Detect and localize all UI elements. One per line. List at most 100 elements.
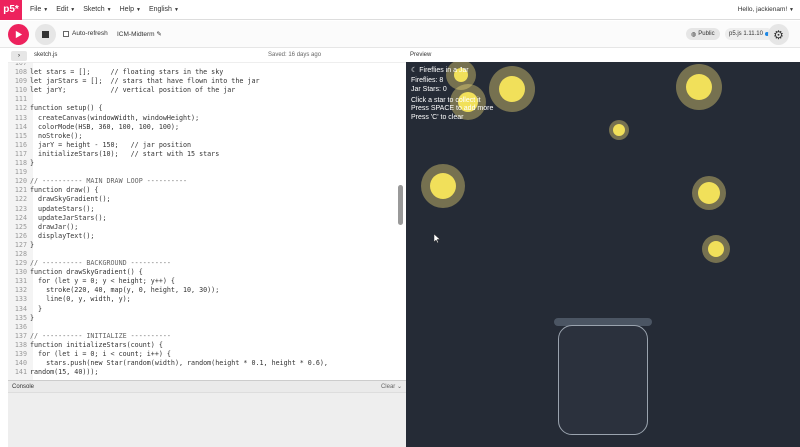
code-lines[interactable]: 107 108 let stars = []; // floating stars … — [8, 63, 328, 377]
code-line[interactable]: 126 displayText(); — [8, 232, 328, 241]
chevron-down-icon[interactable]: ⌄ — [397, 384, 402, 390]
code-text[interactable]: function setup() { — [30, 104, 102, 113]
code-text[interactable]: function draw() { — [30, 186, 98, 195]
code-text[interactable]: } — [30, 314, 34, 323]
version-badge[interactable]: p5.js 1.11.10 — [725, 28, 773, 40]
code-text[interactable]: let jarY; // vertical position of the ja… — [30, 86, 235, 95]
code-text[interactable]: let jarStars = []; // stars that have fl… — [30, 77, 260, 86]
code-text[interactable]: let stars = []; // floating stars in the… — [30, 68, 223, 77]
star[interactable] — [708, 241, 724, 257]
code-line[interactable]: 141 random(15, 40))); — [8, 368, 328, 377]
code-line[interactable]: 113 createCanvas(windowWidth, windowHeig… — [8, 114, 328, 123]
code-line[interactable]: 139 for (let i = 0; i < count; i++) { — [8, 350, 328, 359]
code-line[interactable]: 123 updateStars(); — [8, 205, 328, 214]
star[interactable] — [499, 76, 525, 102]
code-line[interactable]: 109 let jarStars = []; // stars that have… — [8, 77, 328, 86]
code-text[interactable]: updateStars(); — [30, 205, 94, 214]
code-text[interactable]: // ---------- MAIN DRAW LOOP ---------- — [30, 177, 187, 186]
code-line[interactable]: 112 function setup() { — [8, 104, 328, 113]
code-text[interactable]: function drawSkyGradient() { — [30, 268, 143, 277]
auto-refresh-toggle[interactable]: Auto-refresh — [63, 30, 108, 37]
code-line[interactable]: 137// ---------- INITIALIZE ---------- — [8, 332, 328, 341]
code-text[interactable]: displayText(); — [30, 232, 94, 241]
code-text[interactable]: stars.push(new Star(random(width), rando… — [30, 359, 328, 368]
code-line[interactable]: 131 for (let y = 0; y < height; y++) { — [8, 277, 328, 286]
code-text[interactable]: createCanvas(windowWidth, windowHeight); — [30, 114, 199, 123]
code-text[interactable]: // ---------- BACKGROUND ---------- — [30, 259, 171, 268]
code-line[interactable]: 140 stars.push(new Star(random(width), r… — [8, 359, 328, 368]
code-line[interactable]: 125 drawJar(); — [8, 223, 328, 232]
code-text[interactable]: drawJar(); — [30, 223, 78, 232]
menu-file[interactable]: File ▼ — [30, 6, 48, 13]
visibility-badge[interactable]: ◍ Public — [686, 28, 720, 40]
toolbar: Auto-refresh ICM-Midterm ✎ ◍ Public p5.j… — [0, 21, 800, 48]
code-text[interactable]: for (let i = 0; i < count; i++) { — [30, 350, 171, 359]
code-line[interactable]: 110 let jarY; // vertical position of the… — [8, 86, 328, 95]
code-text[interactable]: } — [30, 241, 34, 250]
code-line[interactable]: 134 } — [8, 305, 328, 314]
settings-button[interactable]: ⚙ — [768, 24, 789, 45]
console-header[interactable]: Console — [8, 381, 406, 393]
star[interactable] — [698, 182, 720, 204]
code-text[interactable]: random(15, 40))); — [30, 368, 98, 377]
code-line[interactable]: 136 — [8, 323, 328, 332]
file-tab[interactable]: sketch.js — [34, 52, 57, 58]
code-line[interactable]: 121 function draw() { — [8, 186, 328, 195]
pencil-icon[interactable]: ✎ — [156, 31, 161, 38]
star[interactable] — [613, 124, 625, 136]
code-text[interactable]: for (let y = 0; y < height; y++) { — [30, 277, 175, 286]
console-clear-button[interactable]: Clear ⌄ — [381, 383, 402, 390]
code-text[interactable]: initializeStars(10); // start with 15 st… — [30, 150, 219, 159]
code-line[interactable]: 135} — [8, 314, 328, 323]
code-line[interactable]: 120// ---------- MAIN DRAW LOOP --------… — [8, 177, 328, 186]
code-line[interactable]: 122 drawSkyGradient(); — [8, 195, 328, 204]
code-line[interactable]: 129// ---------- BACKGROUND ---------- — [8, 259, 328, 268]
stop-icon — [42, 31, 49, 38]
sketch-name[interactable]: ICM-Midterm ✎ — [117, 30, 162, 38]
menu-edit[interactable]: Edit ▼ — [56, 6, 75, 13]
code-text[interactable]: } — [30, 159, 34, 168]
code-line[interactable]: 138 function initializeStars(count) { — [8, 341, 328, 350]
editor-scrollbar[interactable] — [398, 185, 403, 225]
preview-canvas[interactable]: ☾ Fireflies in a Jar Fireflies: 8 Jar St… — [406, 62, 800, 447]
code-line[interactable]: 119 — [8, 168, 328, 177]
menu-language[interactable]: English ▼ — [149, 6, 179, 13]
code-text[interactable]: } — [30, 305, 42, 314]
stop-button[interactable] — [35, 24, 56, 45]
sidebar-toggle-button[interactable]: › — [11, 51, 27, 61]
user-menu[interactable]: Hello, jackienam! ▼ — [738, 6, 794, 13]
code-text[interactable]: drawSkyGradient(); — [30, 195, 110, 204]
line-number: 121 — [14, 186, 27, 195]
code-line[interactable]: 115 noStroke(); — [8, 132, 328, 141]
menu-sketch[interactable]: Sketch ▼ — [83, 6, 111, 13]
star[interactable] — [686, 74, 712, 100]
p5-logo[interactable]: p5* — [0, 0, 22, 20]
play-button[interactable] — [8, 24, 29, 45]
code-line[interactable]: 128 — [8, 250, 328, 259]
code-text[interactable]: updateJarStars(); — [30, 214, 106, 223]
star[interactable] — [430, 173, 456, 199]
code-text[interactable]: // ---------- INITIALIZE ---------- — [30, 332, 171, 341]
code-text[interactable]: function initializeStars(count) { — [30, 341, 163, 350]
code-editor[interactable]: 107 108 let stars = []; // floating stars … — [8, 62, 406, 380]
code-line[interactable]: 132 stroke(220, 40, map(y, 0, height, 10… — [8, 286, 328, 295]
chevron-down-icon: ▼ — [70, 6, 76, 13]
code-line[interactable]: 116 jarY = height - 150; // jar position — [8, 141, 328, 150]
code-text[interactable]: colorMode(HSB, 360, 100, 100, 100); — [30, 123, 179, 132]
code-line[interactable]: 127} — [8, 241, 328, 250]
code-text[interactable]: stroke(220, 40, map(y, 0, height, 10, 30… — [30, 286, 219, 295]
code-text[interactable]: noStroke(); — [30, 132, 82, 141]
code-line[interactable]: 117 initializeStars(10); // start with 1… — [8, 150, 328, 159]
menu-help[interactable]: Help ▼ — [120, 6, 141, 13]
auto-refresh-checkbox[interactable] — [63, 30, 69, 37]
code-line[interactable]: 118} — [8, 159, 328, 168]
code-line[interactable]: 130 function drawSkyGradient() { — [8, 268, 328, 277]
code-line[interactable]: 108 let stars = []; // floating stars in … — [8, 68, 328, 77]
code-line[interactable]: 133 line(0, y, width, y); — [8, 295, 328, 304]
jar — [558, 325, 648, 435]
code-line[interactable]: 124 updateJarStars(); — [8, 214, 328, 223]
code-text[interactable]: line(0, y, width, y); — [30, 295, 131, 304]
code-line[interactable]: 111 — [8, 95, 328, 104]
code-line[interactable]: 114 colorMode(HSB, 360, 100, 100, 100); — [8, 123, 328, 132]
code-text[interactable]: jarY = height - 150; // jar position — [30, 141, 191, 150]
